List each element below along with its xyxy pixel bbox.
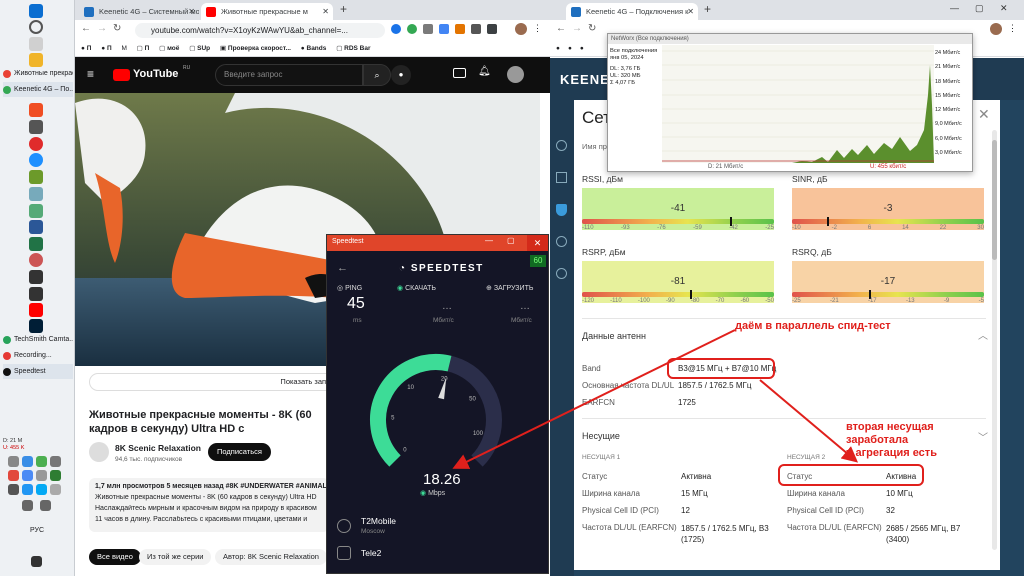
arrow-to-speedtest bbox=[452, 329, 736, 469]
annotation-parallel: даём в параллель спид-тест bbox=[735, 320, 891, 332]
arrow-to-carrier2 bbox=[759, 379, 859, 463]
annotation-second-carrier: вторая несущая заработала = агрегация ес… bbox=[846, 421, 937, 459]
band-highlight bbox=[667, 358, 775, 379]
annotation-layer bbox=[452, 329, 924, 486]
carrier2-status-highlight bbox=[778, 464, 924, 486]
